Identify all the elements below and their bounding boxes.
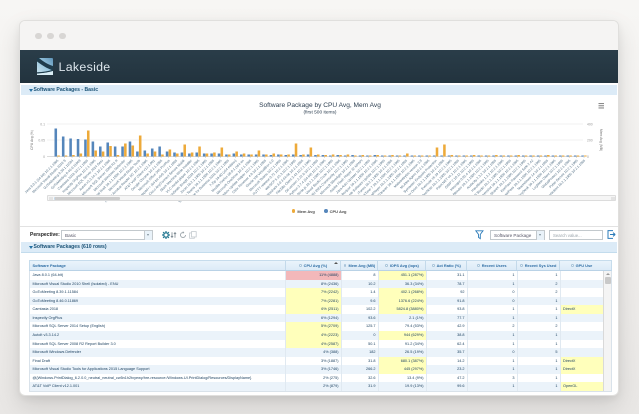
svg-text:400: 400: [587, 123, 593, 127]
svg-text:0: 0: [587, 155, 589, 159]
svg-text:Mem Avg (MB): Mem Avg (MB): [599, 129, 603, 151]
svg-text:(first 500 items): (first 500 items): [303, 110, 336, 116]
svg-text:CPU Avg (%): CPU Avg (%): [30, 130, 34, 150]
svg-text:Software Package by CPU Avg, M: Software Package by CPU Avg, Mem Avg: [259, 102, 381, 109]
svg-text:0.1: 0.1: [40, 123, 45, 127]
svg-text:0.05: 0.05: [38, 139, 45, 143]
svg-text:0: 0: [43, 155, 45, 159]
svg-text:200: 200: [587, 139, 593, 143]
